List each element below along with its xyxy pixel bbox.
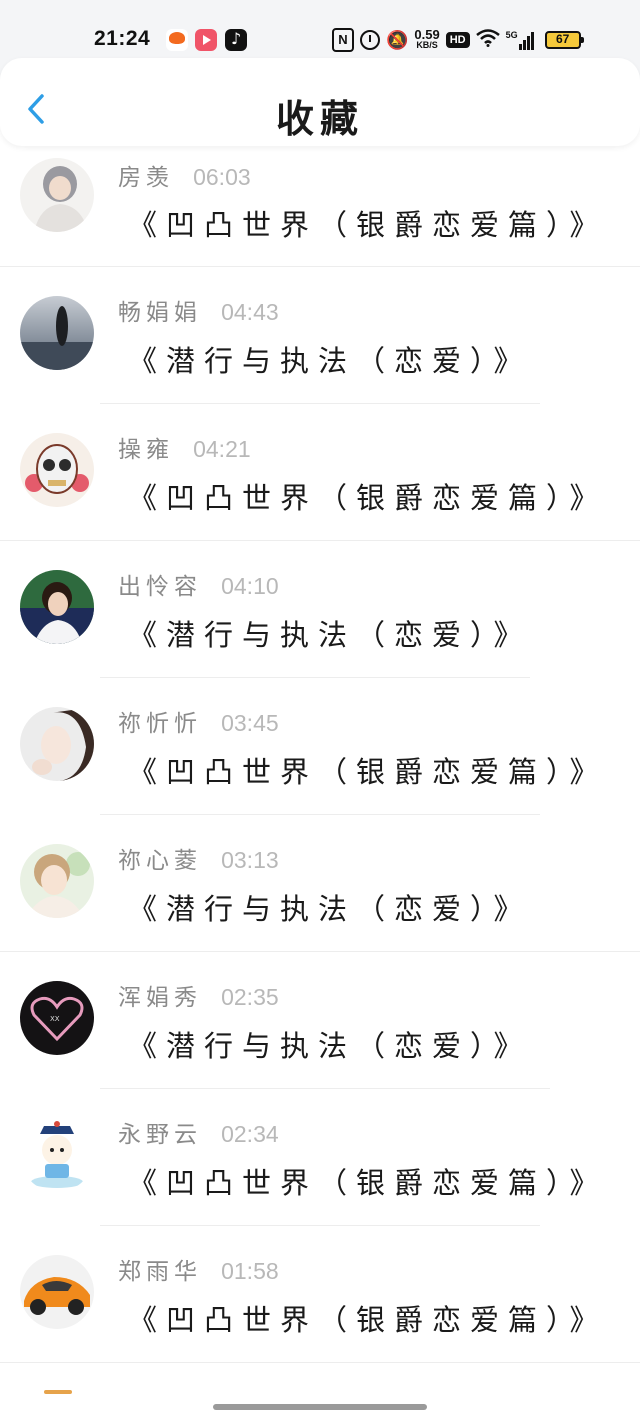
network-speed-unit: KB/S [416,40,438,50]
avatar [20,1118,94,1192]
list-item[interactable]: 祢心菱 03:13 《潜行与执法（恋爱）》 [0,815,640,952]
status-icons: N 🔕 0.59 KB/S HD 5G 67 [332,26,584,54]
hd-icon: HD [445,32,470,48]
list-item[interactable]: 祢忻忻 03:45 《凹凸世界（银爵恋爱篇）》 [0,678,640,815]
avatar [20,844,94,918]
list-item[interactable]: 永野云 02:34 《凹凸世界（银爵恋爱篇）》 [0,1089,640,1226]
timestamp: 06:03 [193,164,251,190]
user-name: 房羡 [118,165,174,191]
battery-level: 67 [555,32,570,46]
user-name: 畅娟娟 [118,300,202,326]
network-speed-value: 0.59 [414,27,440,42]
favorites-list: 房羡 06:03 《凹凸世界（银爵恋爱篇）》 畅娟娟 04:43 《潜行与执法（… [0,146,640,1363]
avatar: XX [20,981,94,1055]
next-row-peek [44,1390,72,1394]
mute-icon: 🔕 [386,29,409,50]
nfc-icon: N [332,28,354,52]
user-name: 操雍 [118,437,174,463]
user-name: 祢心菱 [118,848,202,874]
avatar [20,433,94,507]
signal-icon: 5G [506,30,535,50]
wifi-icon [475,28,500,52]
home-indicator[interactable] [213,1404,427,1410]
svg-text:XX: XX [50,1015,60,1023]
avatar [20,1255,94,1329]
favorite-title: 《潜行与执法（恋爱）》 [128,1029,532,1063]
avatar [20,296,94,370]
user-name: 出怜容 [118,574,202,600]
page-title: 收藏 [275,96,364,141]
timestamp: 04:10 [221,573,279,599]
user-name: 永野云 [118,1122,202,1148]
favorite-title: 《凹凸世界（银爵恋爱篇）》 [128,1303,608,1337]
avatar [20,570,94,644]
timestamp: 02:35 [221,984,279,1010]
status-time: 21:24 [94,27,151,50]
network-speed: 0.59 KB/S [414,27,440,51]
list-item[interactable]: 出怜容 04:10 《潜行与执法（恋爱）》 [0,541,640,678]
timestamp: 04:21 [193,436,251,462]
divider [0,1362,640,1363]
timestamp: 04:43 [221,299,279,325]
favorite-title: 《凹凸世界（银爵恋爱篇）》 [128,481,608,515]
favorite-title: 《潜行与执法（恋爱）》 [128,344,532,378]
favorite-title: 《凹凸世界（银爵恋爱篇）》 [128,208,608,242]
user-name: 郑雨华 [118,1259,202,1285]
list-item[interactable]: 房羡 06:03 《凹凸世界（银爵恋爱篇）》 [0,146,640,267]
favorite-title: 《凹凸世界（银爵恋爱篇）》 [128,755,608,789]
alarm-icon [360,30,380,50]
list-item[interactable]: 畅娟娟 04:43 《潜行与执法（恋爱）》 [0,267,640,404]
tiktok-icon [225,29,247,51]
avatar [20,158,94,232]
timestamp: 01:58 [221,1258,279,1284]
avatar [20,707,94,781]
timestamp: 03:13 [221,847,279,873]
user-name: 祢忻忻 [118,711,202,737]
timestamp: 02:34 [221,1121,279,1147]
battery-icon: 67 [544,31,584,49]
user-name: 浑娟秀 [118,985,202,1011]
favorite-title: 《潜行与执法（恋爱）》 [128,892,532,926]
nav-header: 收藏 [0,58,640,146]
video-app-icon [195,29,217,51]
favorite-title: 《凹凸世界（银爵恋爱篇）》 [128,1166,608,1200]
list-item[interactable]: 郑雨华 01:58 《凹凸世界（银爵恋爱篇）》 [0,1226,640,1363]
app-notification-icon [166,29,188,51]
timestamp: 03:45 [221,710,279,736]
signal-label: 5G [505,30,518,40]
favorite-title: 《潜行与执法（恋爱）》 [128,618,532,652]
list-item[interactable]: 操雍 04:21 《凹凸世界（银爵恋爱篇）》 [0,404,640,541]
list-item[interactable]: XX 浑娟秀 02:35 《潜行与执法（恋爱）》 [0,952,640,1089]
